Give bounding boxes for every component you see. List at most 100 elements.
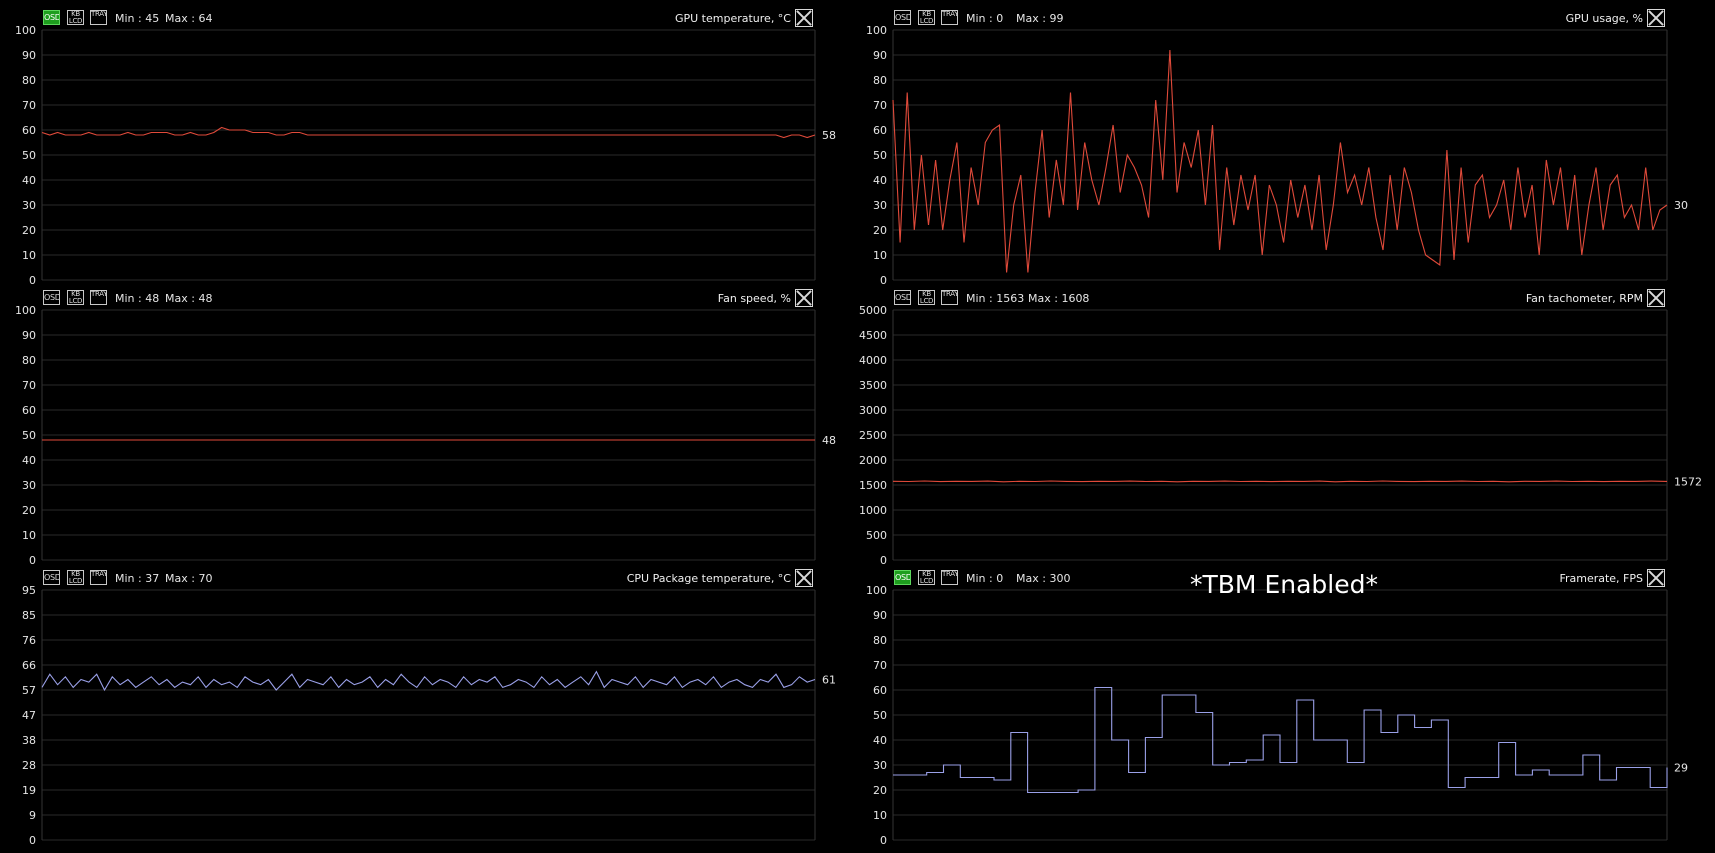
series-line xyxy=(892,480,1668,483)
y-tick-label: 5000 xyxy=(859,304,887,317)
osd-toggle-button[interactable]: OSD xyxy=(43,10,60,25)
y-tick-label: 60 xyxy=(22,404,36,417)
current-value-label: 30 xyxy=(1674,199,1688,212)
y-tick-label: 50 xyxy=(22,429,36,442)
y-tick-label: 95 xyxy=(22,584,36,597)
y-tick-label: 66 xyxy=(22,659,36,672)
max-value: Max : 64 xyxy=(165,12,213,25)
y-tick-label: 19 xyxy=(22,784,36,797)
close-icon[interactable] xyxy=(795,9,813,27)
y-tick-label: 90 xyxy=(22,49,36,62)
tray-toggle-button[interactable]: TRAY xyxy=(941,570,958,585)
y-tick-label: 40 xyxy=(873,174,887,187)
panel-title: Fan tachometer, RPM xyxy=(1525,292,1643,305)
current-value-label: 1572 xyxy=(1674,475,1702,488)
y-tick-label: 4000 xyxy=(859,354,887,367)
plot-area: 100908070605040302010030 xyxy=(866,24,1688,287)
y-tick-label: 20 xyxy=(873,784,887,797)
y-tick-label: 30 xyxy=(22,199,36,212)
y-tick-label: 1000 xyxy=(859,504,887,517)
panel-title: CPU Package temperature, °C xyxy=(626,572,791,585)
tray-toggle-button[interactable]: TRAY xyxy=(941,10,958,25)
lcd-toggle-button[interactable]: KB LCD xyxy=(67,10,84,25)
y-tick-label: 3000 xyxy=(859,404,887,417)
y-tick-label: 50 xyxy=(873,709,887,722)
close-icon[interactable] xyxy=(1647,569,1665,587)
y-tick-label: 1500 xyxy=(859,479,887,492)
y-tick-label: 76 xyxy=(22,634,36,647)
panel-title: Framerate, FPS xyxy=(1559,572,1643,585)
y-tick-label: 28 xyxy=(22,759,36,772)
y-tick-label: 90 xyxy=(22,329,36,342)
y-tick-label: 80 xyxy=(873,74,887,87)
max-value: Max : 48 xyxy=(165,292,213,305)
osd-toggle-button[interactable]: OSD xyxy=(894,290,911,305)
y-tick-label: 90 xyxy=(873,609,887,622)
y-tick-label: 70 xyxy=(22,379,36,392)
lcd-toggle-button[interactable]: KB LCD xyxy=(918,10,935,25)
tray-toggle-button[interactable]: TRAY xyxy=(90,570,107,585)
panel-fan-tach: 5000 4500 4000 3500 3000 2500 2000 1500 1000 500 0… xyxy=(0,0,1715,853)
tray-toggle-button[interactable]: TRAY xyxy=(941,290,958,305)
y-tick-label: 85 xyxy=(22,609,36,622)
osd-toggle-button[interactable]: OSD xyxy=(43,290,60,305)
y-tick-label: 10 xyxy=(873,249,887,262)
y-tick-label: 2000 xyxy=(859,454,887,467)
y-tick-label: 30 xyxy=(873,759,887,772)
min-value: Min : 0 xyxy=(966,12,1004,25)
y-tick-label: 70 xyxy=(873,659,887,672)
lcd-toggle-button[interactable]: KB LCD xyxy=(67,290,84,305)
current-value-label: 29 xyxy=(1674,762,1688,775)
min-value: Min : 37 xyxy=(115,572,160,585)
close-icon[interactable] xyxy=(795,569,813,587)
panel-fan-speed: 100 90 80 70 60 50 40 30 20 10 0 48 OSD KB LCD TRAY Min… xyxy=(0,0,1715,853)
osd-toggle-button[interactable]: OSD xyxy=(43,570,60,585)
y-tick-label: 10 xyxy=(22,249,36,262)
y-tick-label: 0 xyxy=(29,834,36,847)
y-tick-label: 38 xyxy=(22,734,36,747)
lcd-toggle-button[interactable]: KB LCD xyxy=(918,570,935,585)
y-tick-label: 40 xyxy=(22,174,36,187)
osd-toggle-button[interactable]: OSD xyxy=(894,570,911,585)
y-tick-label: 90 xyxy=(873,49,887,62)
y-tick-label: 47 xyxy=(22,709,36,722)
lcd-toggle-button[interactable]: KB LCD xyxy=(918,290,935,305)
panel-title: GPU usage, % xyxy=(1565,12,1643,25)
close-icon[interactable] xyxy=(795,289,813,307)
panel-gpu-temp: 100 90 80 70 60 50 40 30 20 10 0 58 OSD KB LCD TRAY Min… xyxy=(0,0,1715,853)
lcd-toggle-button[interactable]: KB LCD xyxy=(67,570,84,585)
y-tick-label: 60 xyxy=(873,684,887,697)
y-tick-label: 2500 xyxy=(859,429,887,442)
y-tick-label: 0 xyxy=(29,274,36,287)
y-tick-label: 500 xyxy=(866,529,887,542)
y-tick-label: 30 xyxy=(22,479,36,492)
y-tick-label: 100 xyxy=(15,24,36,37)
min-value: Min : 0 xyxy=(966,572,1004,585)
current-value-label: 58 xyxy=(822,129,836,142)
series-line xyxy=(892,49,1668,273)
y-tick-label: 80 xyxy=(873,634,887,647)
tray-toggle-button[interactable]: TRAY xyxy=(90,290,107,305)
y-tick-label: 100 xyxy=(866,24,887,37)
plot-area: 5000450040003500300025002000150010005000… xyxy=(859,304,1702,567)
min-value: Min : 1563 xyxy=(966,292,1025,305)
y-tick-label: 50 xyxy=(22,149,36,162)
close-icon[interactable] xyxy=(1647,289,1665,307)
min-value: Min : 48 xyxy=(115,292,160,305)
current-value-label: 61 xyxy=(822,673,836,686)
plot-area: 100908070605040302010029 xyxy=(866,584,1688,847)
osd-toggle-button[interactable]: OSD xyxy=(894,10,911,25)
y-tick-label: 60 xyxy=(22,124,36,137)
y-tick-label: 80 xyxy=(22,74,36,87)
panel-cpu-temp: 95 85 76 66 57 47 38 28 19 9 0 61 OSD KB LCD TRAY Min :… xyxy=(0,0,1715,853)
max-value: Max : 1608 xyxy=(1028,292,1090,305)
tray-toggle-button[interactable]: TRAY xyxy=(90,10,107,25)
plot-area: 95 85 76 66 57 47 38 28 19 9 0 61 xyxy=(22,584,836,847)
y-tick-label: 50 xyxy=(873,149,887,162)
y-tick-label: 30 xyxy=(873,199,887,212)
y-tick-label: 0 xyxy=(880,554,887,567)
y-tick-label: 20 xyxy=(22,224,36,237)
y-tick-label: 80 xyxy=(22,354,36,367)
y-tick-label: 0 xyxy=(880,834,887,847)
close-icon[interactable] xyxy=(1647,9,1665,27)
